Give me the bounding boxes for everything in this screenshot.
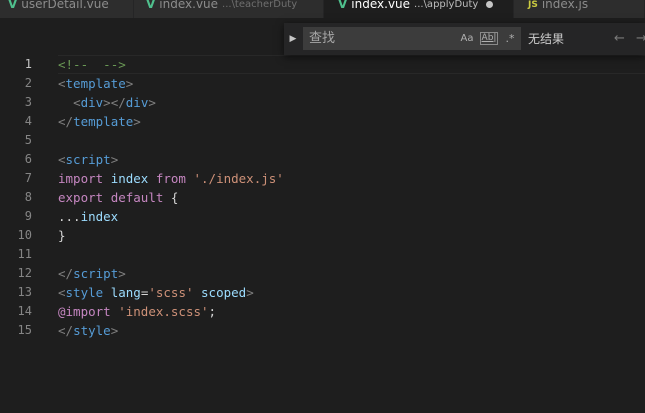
vue-file-icon: V (8, 0, 18, 11)
next-match-arrow-icon[interactable]: → (636, 23, 645, 55)
find-result-count: 无结果 (528, 32, 565, 46)
code-line: 8 export default { (0, 188, 645, 207)
previous-match-arrow-icon[interactable]: ← (614, 23, 625, 55)
code-line: 13 <style lang='scss' scoped> (0, 283, 645, 302)
code-text[interactable]: </script> (58, 264, 126, 283)
code-line: 11 (0, 245, 645, 264)
line-number: 14 (17, 304, 32, 318)
code-text[interactable]: </template> (58, 112, 141, 131)
tab-description: ...\applyDuty (414, 0, 479, 10)
code-editor[interactable]: 1 <!-- --> 2 <template> 3 <div></div> 4 … (0, 55, 645, 413)
find-input-container: Aa Ab| .* (303, 27, 521, 50)
editor-window: V userDetail.vue V index.vue ...\teacher… (0, 0, 645, 413)
code-line: 10 } (0, 226, 645, 245)
code-line: 2 <template> (0, 74, 645, 93)
tab-label: userDetail.vue (21, 0, 109, 11)
line-number: 8 (24, 190, 32, 204)
line-number: 3 (24, 95, 32, 109)
line-number: 4 (24, 114, 32, 128)
line-number: 9 (24, 209, 32, 223)
code-line: 7 import index from './index.js' (0, 169, 645, 188)
find-input[interactable] (303, 27, 465, 50)
code-text[interactable]: <script> (58, 150, 118, 169)
tab-bar: V userDetail.vue V index.vue ...\teacher… (0, 0, 645, 18)
code-line: 15 </style> (0, 321, 645, 340)
line-number: 11 (17, 247, 32, 261)
tab-index-vue-teacherduty[interactable]: V index.vue ...\teacherDuty (134, 0, 324, 18)
line-number: 2 (24, 76, 32, 90)
code-line: 3 <div></div> (0, 93, 645, 112)
code-text[interactable]: </style> (58, 321, 118, 340)
tab-index-js[interactable]: JS index.js (514, 0, 645, 18)
code-line: 5 (0, 131, 645, 150)
whole-word-icon[interactable]: Ab| (480, 32, 498, 45)
find-widget: ▶ Aa Ab| .* 无结果 ← → (284, 23, 645, 55)
line-number: 7 (24, 171, 32, 185)
tab-label: index.js (541, 0, 589, 11)
tab-label: index.vue (351, 0, 411, 11)
code-text[interactable]: ...index (58, 207, 118, 226)
code-line: 12 </script> (0, 264, 645, 283)
line-number: 1 (24, 57, 32, 71)
line-number: 5 (24, 133, 32, 147)
code-text[interactable]: <template> (58, 74, 133, 93)
line-number: 12 (17, 266, 32, 280)
line-number: 15 (17, 323, 32, 337)
code-text[interactable]: <style lang='scss' scoped> (58, 283, 254, 302)
code-text[interactable]: } (58, 226, 66, 245)
code-line: 1 <!-- --> (0, 55, 645, 74)
code-line: 14 @import 'index.scss'; (0, 302, 645, 321)
code-text[interactable]: <div></div> (58, 93, 156, 112)
code-text[interactable]: <!-- --> (58, 55, 126, 74)
line-number: 10 (17, 228, 32, 242)
vue-file-icon: V (146, 0, 156, 11)
unsaved-dot-icon[interactable] (486, 0, 494, 8)
code-text[interactable]: import index from './index.js' (58, 169, 284, 188)
code-text[interactable]: export default { (58, 188, 178, 207)
line-number: 6 (24, 152, 32, 166)
vue-file-icon: V (338, 0, 348, 11)
code-line: 6 <script> (0, 150, 645, 169)
toggle-replace-chevron-icon[interactable]: ▶ (286, 23, 300, 55)
line-number: 13 (17, 285, 32, 299)
tab-label: index.vue (159, 0, 219, 11)
regex-icon[interactable]: .* (503, 31, 517, 46)
code-line: 9 ...index (0, 207, 645, 226)
match-case-icon[interactable]: Aa (459, 31, 475, 46)
code-line: 4 </template> (0, 112, 645, 131)
tab-description: ...\teacherDuty (222, 0, 298, 10)
tab-userdetail-vue[interactable]: V userDetail.vue (0, 0, 134, 18)
code-text[interactable]: @import 'index.scss'; (58, 302, 216, 321)
tab-index-vue-applyduty[interactable]: V index.vue ...\applyDuty (324, 0, 514, 18)
js-file-icon: JS (528, 0, 538, 10)
